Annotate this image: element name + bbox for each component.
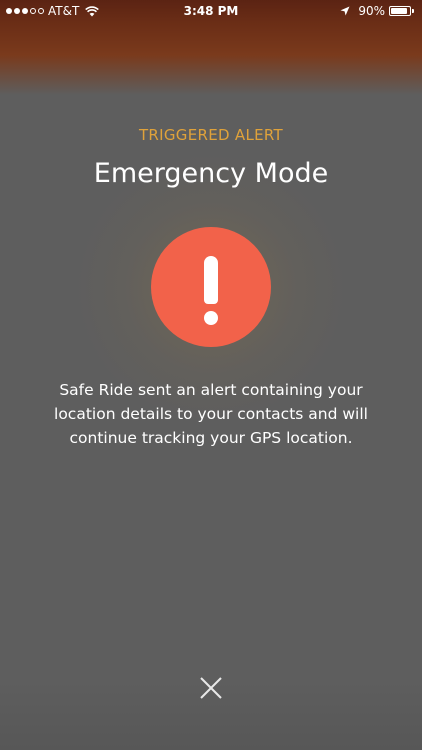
location-arrow-icon xyxy=(340,6,350,16)
battery-icon xyxy=(389,6,411,16)
alert-message: Safe Ride sent an alert containing your … xyxy=(54,381,368,447)
battery-percent: 90% xyxy=(358,4,385,18)
battery-fill xyxy=(391,8,407,14)
emergency-mode-screen: AT&T 3:48 PM 90% TRIGGERED ALERT Emergen… xyxy=(0,0,422,750)
status-bar: AT&T 3:48 PM 90% xyxy=(0,0,422,22)
page-title: Emergency Mode xyxy=(93,158,329,189)
exclamation-bar xyxy=(204,256,218,304)
exclamation-dot xyxy=(204,311,218,325)
exclamation-icon xyxy=(151,227,271,347)
close-button[interactable] xyxy=(193,670,229,706)
status-right: 90% xyxy=(340,4,414,18)
battery-tip xyxy=(412,9,414,13)
triggered-alert-label: TRIGGERED ALERT xyxy=(138,126,284,144)
close-icon xyxy=(200,677,222,699)
